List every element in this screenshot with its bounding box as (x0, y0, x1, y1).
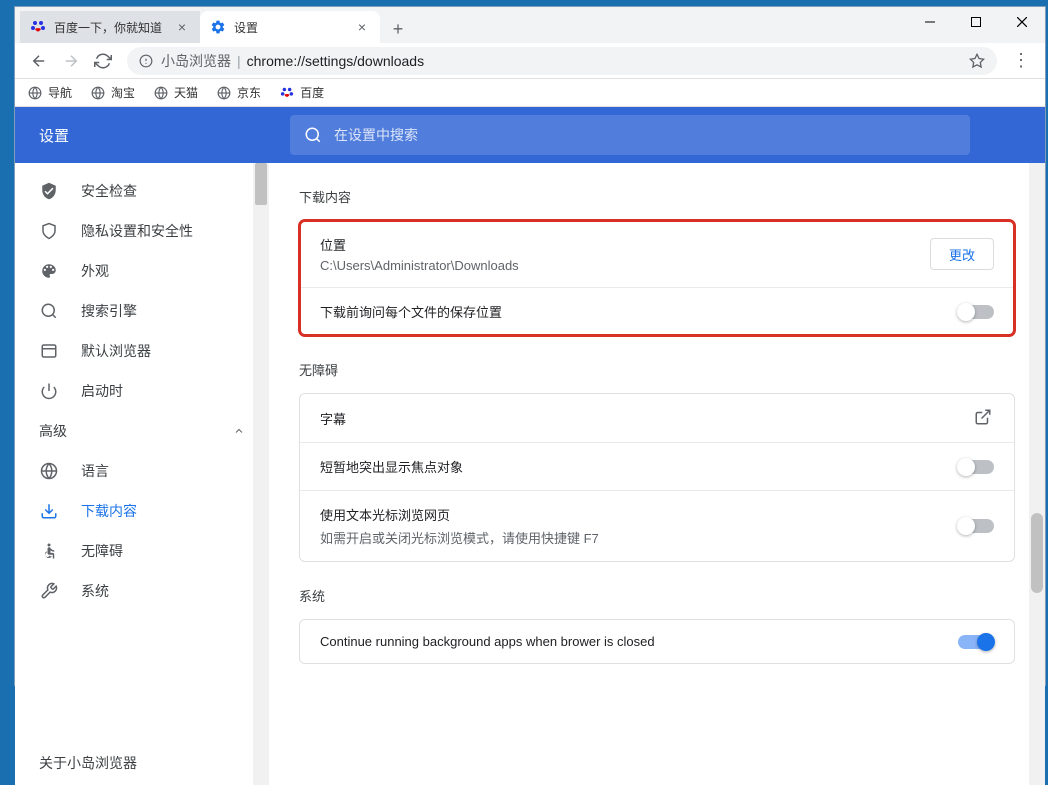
power-icon (39, 382, 59, 400)
accessibility-section-title: 无障碍 (299, 360, 1015, 379)
ask-location-toggle[interactable] (958, 305, 994, 319)
close-button[interactable] (999, 7, 1045, 37)
shield-icon (39, 222, 59, 240)
sidebar-item-appearance[interactable]: 外观 (15, 251, 269, 291)
sidebar-item-language[interactable]: 语言 (15, 451, 269, 491)
main-scrollbar[interactable] (1029, 163, 1045, 785)
omnibox-host: 小岛浏览器 (161, 51, 231, 71)
tab-close-icon[interactable]: × (178, 19, 186, 35)
bookmark-star-icon[interactable] (969, 53, 985, 69)
caret-sub: 如需开启或关闭光标浏览模式，请使用快捷键 F7 (320, 528, 958, 547)
sidebar-item-search[interactable]: 搜索引擎 (15, 291, 269, 331)
browser-window: 百度一下，你就知道 × 设置 × + 小岛浏览器 | chrom (14, 6, 1046, 686)
browser-icon (39, 342, 59, 360)
tab-label: 设置 (234, 19, 258, 36)
search-icon (39, 302, 59, 320)
reload-button[interactable] (87, 45, 119, 77)
continue-running-label: Continue running background apps when br… (320, 634, 655, 649)
settings-body: 安全检查 隐私设置和安全性 外观 搜索引擎 默认浏览器 启动时 高级 语言 下载… (15, 163, 1045, 785)
sidebar-item-downloads[interactable]: 下载内容 (15, 491, 269, 531)
caret-browsing-row: 使用文本光标浏览网页 如需开启或关闭光标浏览模式，请使用快捷键 F7 (300, 490, 1014, 561)
sidebar-item-system[interactable]: 系统 (15, 571, 269, 611)
system-card: Continue running background apps when br… (299, 619, 1015, 664)
tab-strip: 百度一下，你就知道 × 设置 × + (15, 7, 412, 43)
forward-button[interactable] (55, 45, 87, 77)
globe-icon (27, 85, 43, 101)
globe-icon (39, 462, 59, 480)
bookmark-baidu[interactable]: 百度 (279, 84, 324, 101)
minimize-button[interactable] (907, 7, 953, 37)
settings-title: 设置 (15, 125, 290, 146)
location-path: C:\Users\Administrator\Downloads (320, 258, 930, 273)
chevron-up-icon (233, 425, 245, 437)
system-section-title: 系统 (299, 586, 1015, 605)
bookmark-taobao[interactable]: 淘宝 (90, 84, 135, 101)
caret-label: 使用文本光标浏览网页 (320, 505, 958, 524)
address-bar: 小岛浏览器 | chrome://settings/downloads ⋮ (15, 43, 1045, 79)
settings-sidebar: 安全检查 隐私设置和安全性 外观 搜索引擎 默认浏览器 启动时 高级 语言 下载… (15, 163, 269, 785)
bookmarks-bar: 导航 淘宝 天猫 京东 百度 (15, 79, 1045, 107)
external-link-icon (974, 408, 994, 428)
shield-check-icon (39, 182, 59, 200)
change-location-button[interactable]: 更改 (930, 238, 994, 270)
location-label: 位置 (320, 235, 930, 254)
sidebar-scrollbar[interactable] (253, 163, 269, 785)
downloads-section-title: 下载内容 (299, 187, 1015, 206)
search-icon (304, 126, 322, 144)
maximize-button[interactable] (953, 7, 999, 37)
globe-icon (153, 85, 169, 101)
scrollbar-thumb[interactable] (255, 163, 267, 205)
ask-location-label: 下载前询问每个文件的保存位置 (320, 302, 502, 321)
ask-location-row: 下载前询问每个文件的保存位置 (300, 287, 1014, 335)
titlebar: 百度一下，你就知道 × 设置 × + (15, 7, 1045, 43)
omnibox-path: chrome://settings/downloads (247, 53, 424, 69)
accessibility-card: 字幕 短暂地突出显示焦点对象 使用文本光标浏览网页 如需开启或关闭光标浏览模式，… (299, 393, 1015, 562)
omnibox[interactable]: 小岛浏览器 | chrome://settings/downloads (127, 47, 997, 75)
baidu-icon (279, 85, 295, 101)
sidebar-item-startup[interactable]: 启动时 (15, 371, 269, 411)
sidebar-item-accessibility[interactable]: 无障碍 (15, 531, 269, 571)
captions-row[interactable]: 字幕 (300, 394, 1014, 442)
tab-label: 百度一下，你就知道 (54, 19, 162, 36)
continue-running-toggle[interactable] (958, 635, 994, 649)
new-tab-button[interactable]: + (384, 15, 412, 43)
settings-main: 下载内容 位置 C:\Users\Administrator\Downloads… (269, 163, 1045, 785)
site-info-icon[interactable] (139, 54, 153, 68)
settings-search[interactable] (290, 115, 970, 155)
settings-search-input[interactable] (334, 127, 956, 143)
accessibility-icon (39, 542, 59, 560)
baidu-favicon-icon (30, 19, 46, 35)
download-icon (39, 502, 59, 520)
settings-header: 设置 (15, 107, 1045, 163)
browser-menu-button[interactable]: ⋮ (1005, 45, 1037, 77)
caret-toggle[interactable] (958, 519, 994, 533)
bookmark-nav[interactable]: 导航 (27, 84, 72, 101)
highlight-focus-label: 短暂地突出显示焦点对象 (320, 457, 463, 476)
highlight-focus-toggle[interactable] (958, 460, 994, 474)
tab-settings[interactable]: 设置 × (200, 11, 380, 43)
bookmark-tmall[interactable]: 天猫 (153, 84, 198, 101)
highlight-focus-row: 短暂地突出显示焦点对象 (300, 442, 1014, 490)
downloads-card: 位置 C:\Users\Administrator\Downloads 更改 下… (299, 220, 1015, 336)
tab-close-icon[interactable]: × (358, 19, 366, 35)
sidebar-item-safety[interactable]: 安全检查 (15, 171, 269, 211)
globe-icon (90, 85, 106, 101)
globe-icon (216, 85, 232, 101)
sidebar-about[interactable]: 关于小岛浏览器 (39, 753, 137, 773)
wrench-icon (39, 582, 59, 600)
tab-baidu[interactable]: 百度一下，你就知道 × (20, 11, 200, 43)
palette-icon (39, 262, 59, 280)
scrollbar-thumb[interactable] (1031, 513, 1043, 593)
captions-label: 字幕 (320, 409, 346, 428)
sidebar-item-default-browser[interactable]: 默认浏览器 (15, 331, 269, 371)
bookmark-jd[interactable]: 京东 (216, 84, 261, 101)
settings-favicon-icon (210, 19, 226, 35)
window-controls (907, 7, 1045, 37)
sidebar-group-advanced[interactable]: 高级 (15, 411, 269, 451)
continue-running-row: Continue running background apps when br… (300, 620, 1014, 663)
sidebar-item-privacy[interactable]: 隐私设置和安全性 (15, 211, 269, 251)
back-button[interactable] (23, 45, 55, 77)
download-location-row: 位置 C:\Users\Administrator\Downloads 更改 (300, 221, 1014, 287)
